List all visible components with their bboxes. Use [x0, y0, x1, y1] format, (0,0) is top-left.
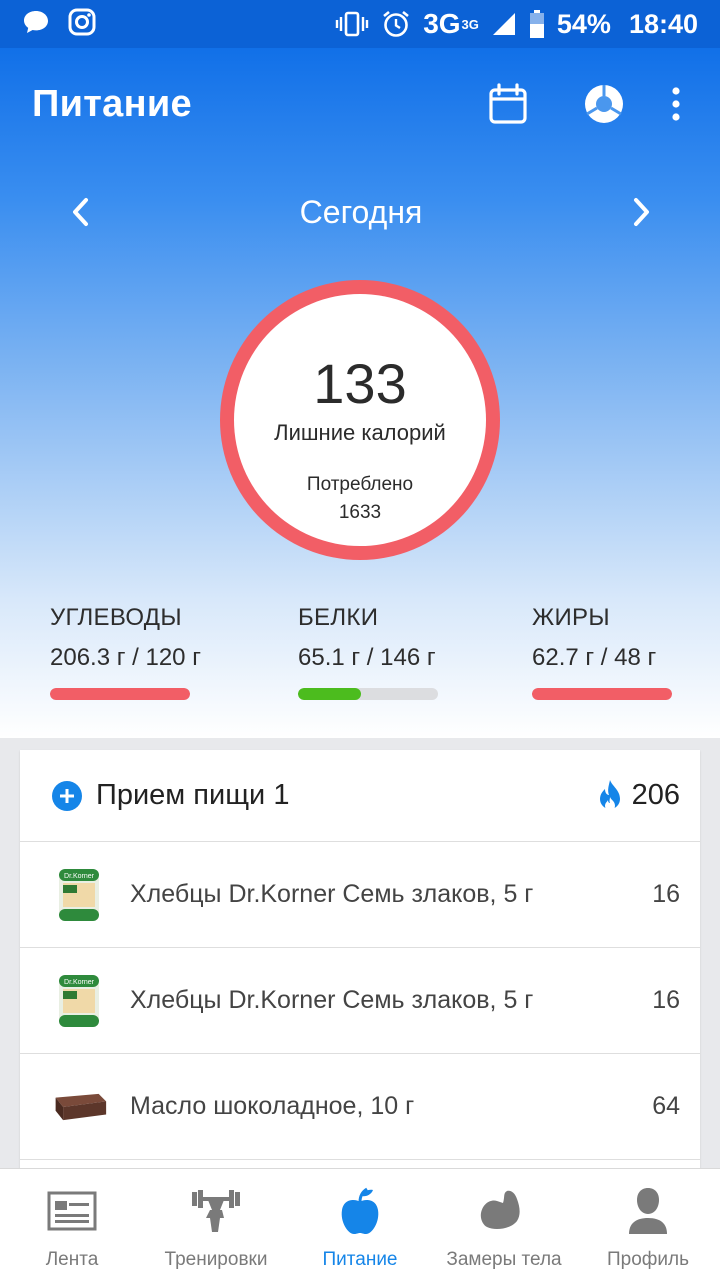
macro-progress-fill — [298, 688, 361, 700]
chevron-right-icon — [633, 198, 649, 226]
tab-label: Питание — [322, 1249, 398, 1270]
calorie-ring-content: 133 Лишние калорий Потреблено 1633 — [234, 294, 486, 546]
workout-icon — [191, 1183, 241, 1239]
food-name: Масло шоколадное, 10 г — [130, 1092, 415, 1120]
macro-progress-fill — [50, 688, 190, 700]
statistics-button[interactable] — [582, 82, 626, 126]
macro-progress-bar — [532, 688, 672, 700]
food-item[interactable]: Масло шоколадное, 10 г 64 — [20, 1054, 700, 1160]
tab-workouts[interactable]: Тренировки — [144, 1169, 288, 1280]
next-day-button[interactable] — [624, 192, 660, 232]
macro-name: БЕЛКИ — [298, 604, 379, 631]
status-bar: 3G 3G 54% 18:40 — [0, 0, 720, 48]
crispbread-icon: Dr.Korner — [50, 864, 108, 926]
bicep-icon — [477, 1183, 531, 1239]
app-bar: Питание — [0, 48, 720, 160]
macro-value: 62.7 г / 48 г — [532, 644, 657, 671]
macro-carbs: УГЛЕВОДЫ 206.3 г / 120 г — [50, 604, 201, 700]
clock: 18:40 — [628, 8, 698, 39]
bottom-navigation: Лента Тренировки Питание Замеры тела Про… — [0, 1168, 720, 1280]
network-type: 3G 3G — [423, 8, 479, 39]
macro-progress-fill — [532, 688, 672, 700]
previous-day-button[interactable] — [62, 192, 98, 232]
battery-percent: 54% — [556, 8, 611, 39]
food-item[interactable]: Dr.Korner Хлебцы Dr.Korner Семь злаков, … — [20, 842, 700, 948]
tab-label: Лента — [45, 1249, 99, 1270]
macro-value: 206.3 г / 120 г — [50, 644, 201, 671]
tab-nutrition[interactable]: Питание — [288, 1169, 432, 1280]
flame-icon — [599, 779, 620, 811]
food-calories: 16 — [652, 986, 680, 1014]
macro-value: 65.1 г / 146 г — [298, 644, 436, 671]
food-calories: 64 — [652, 1092, 680, 1120]
chat-icon — [22, 9, 50, 40]
meal-calories-value: 206 — [631, 779, 680, 811]
crispbread-icon: Dr.Korner — [50, 970, 108, 1032]
tab-feed[interactable]: Лента — [0, 1169, 144, 1280]
svg-text:Dr.Korner: Dr.Korner — [64, 979, 95, 986]
chocolate-butter-icon — [50, 1076, 108, 1138]
food-calories: 16 — [652, 880, 680, 908]
food-name: Хлебцы Dr.Korner Семь злаков, 5 г — [130, 880, 534, 908]
calendar-icon — [489, 83, 527, 124]
macro-progress-bar — [50, 688, 190, 700]
macro-name: УГЛЕВОДЫ — [50, 604, 182, 631]
day-navigator: Сегодня — [0, 180, 720, 244]
alarm-icon — [381, 9, 411, 39]
meal-calories: 206 — [596, 779, 680, 813]
excess-calories-value: 133 — [313, 352, 407, 415]
tab-profile[interactable]: Профиль — [576, 1169, 720, 1280]
excess-calories-label: Лишние калорий — [274, 420, 446, 445]
battery-icon — [529, 10, 545, 38]
food-name: Хлебцы Dr.Korner Семь злаков, 5 г — [130, 986, 534, 1014]
macro-progress-bar — [298, 688, 438, 700]
meal-title: Прием пищи 1 — [96, 779, 290, 811]
current-day-label[interactable]: Сегодня — [300, 194, 423, 231]
chevron-left-icon — [73, 198, 88, 226]
vibrate-icon — [335, 10, 369, 38]
meal-header[interactable]: Прием пищи 1 206 — [20, 750, 700, 842]
page-title: Питание — [32, 82, 192, 125]
instagram-icon — [68, 8, 96, 41]
macro-fat: ЖИРЫ 62.7 г / 48 г — [532, 604, 672, 700]
consumed-label: Потреблено — [306, 474, 414, 495]
more-vert-icon — [672, 87, 680, 121]
macros-row: УГЛЕВОДЫ 206.3 г / 120 г БЕЛКИ 65.1 г / … — [0, 604, 720, 714]
food-item[interactable]: Dr.Korner Хлебцы Dr.Korner Семь злаков, … — [20, 948, 700, 1054]
plus-icon — [60, 788, 74, 803]
tab-label: Тренировки — [164, 1249, 268, 1270]
calorie-ring: 133 Лишние калорий Потреблено 1633 — [220, 280, 500, 560]
add-food-button[interactable] — [52, 780, 82, 811]
tab-label: Замеры тела — [446, 1249, 562, 1270]
signal-icon — [491, 11, 517, 37]
consumed-value: 1633 — [338, 502, 382, 523]
profile-icon — [627, 1183, 669, 1239]
macro-name: ЖИРЫ — [532, 604, 610, 631]
tab-body-measurements[interactable]: Замеры тела — [432, 1169, 576, 1280]
feed-icon — [47, 1183, 97, 1239]
nutrition-summary-panel: Питание Сегодня 133 Лишние калорий Потре… — [0, 48, 720, 738]
more-options-button[interactable] — [664, 82, 688, 126]
meal-card: Прием пищи 1 206 Dr.Korner Хлебцы Dr.Kor… — [20, 750, 700, 1170]
svg-text:Dr.Korner: Dr.Korner — [64, 873, 95, 880]
calendar-button[interactable] — [486, 82, 530, 126]
tab-label: Профиль — [606, 1249, 690, 1270]
apple-icon — [338, 1183, 382, 1239]
pie-chart-icon — [585, 85, 623, 123]
macro-protein: БЕЛКИ 65.1 г / 146 г — [298, 604, 438, 700]
